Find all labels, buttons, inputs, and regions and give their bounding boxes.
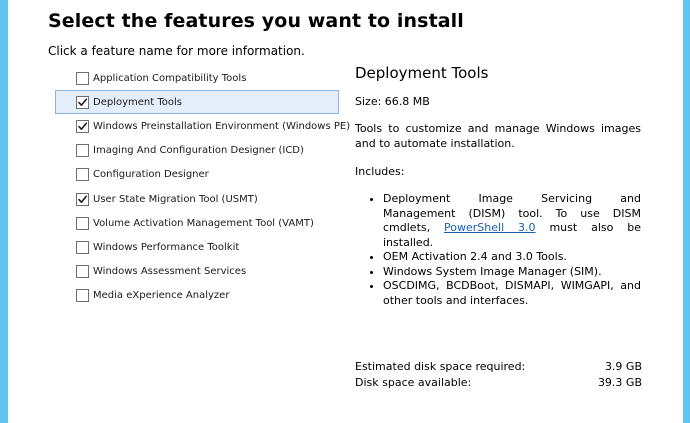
checkmark-icon (78, 98, 87, 106)
disk-available-value: 39.3 GB (597, 376, 642, 389)
feature-list: Application Compatibility Tools Deployme… (55, 66, 350, 308)
details-title: Deployment Tools (355, 64, 489, 82)
feature-windows-pe[interactable]: Windows Preinstallation Environment (Win… (55, 114, 350, 138)
checkbox[interactable] (76, 168, 89, 182)
feature-label[interactable]: Windows Performance Toolkit (93, 242, 239, 253)
checkbox[interactable] (76, 240, 89, 254)
includes-list: Deployment Image Servicing and Managemen… (355, 192, 641, 308)
disk-required-label: Estimated disk space required: (355, 360, 526, 373)
feature-media-experience-analyzer[interactable]: Media eXperience Analyzer (55, 284, 339, 308)
checkbox[interactable] (76, 216, 89, 230)
list-item: OSCDIMG, BCDBoot, DISMAPI, WIMGAPI, and … (383, 279, 641, 308)
feature-application-compatibility-tools[interactable]: Application Compatibility Tools (55, 66, 339, 90)
feature-windows-performance-toolkit[interactable]: Windows Performance Toolkit (55, 235, 339, 259)
checkmark-icon (78, 122, 87, 130)
feature-size: Size: 66.8 MB (355, 95, 430, 108)
list-item: Windows System Image Manager (SIM). (383, 265, 641, 280)
feature-label[interactable]: Windows Assessment Services (93, 266, 246, 277)
feature-volume-activation-management-tool[interactable]: Volume Activation Management Tool (VAMT) (55, 211, 339, 235)
feature-imaging-configuration-designer[interactable]: Imaging And Configuration Designer (ICD) (55, 139, 339, 163)
feature-deployment-tools[interactable]: Deployment Tools (55, 90, 339, 115)
feature-details-panel: Deployment Tools Size: 66.8 MB Tools to … (355, 64, 641, 308)
checkbox[interactable] (76, 119, 89, 133)
list-item: OEM Activation 2.4 and 3.0 Tools. (383, 250, 641, 265)
checkbox[interactable] (76, 71, 89, 85)
includes-label: Includes: (355, 165, 405, 178)
window-border-left (0, 0, 8, 423)
powershell-link[interactable]: PowerShell 3.0 (444, 221, 536, 234)
checkbox[interactable] (76, 192, 89, 206)
page-subtitle: Click a feature name for more informatio… (48, 44, 305, 58)
feature-label[interactable]: Deployment Tools (93, 97, 182, 108)
feature-label[interactable]: Volume Activation Management Tool (VAMT) (93, 218, 314, 229)
feature-label[interactable]: Windows Preinstallation Environment (Win… (93, 121, 350, 132)
installer-window: Select the features you want to install … (0, 0, 690, 423)
feature-label[interactable]: User State Migration Tool (USMT) (93, 194, 258, 205)
window-border-right (683, 0, 690, 423)
checkbox[interactable] (76, 265, 89, 279)
checkmark-icon (78, 195, 87, 203)
feature-description: Tools to customize and manage Windows im… (355, 122, 641, 150)
feature-label[interactable]: Imaging And Configuration Designer (ICD) (93, 145, 304, 156)
disk-required-row: Estimated disk space required: 3.9 GB (355, 360, 642, 373)
disk-required-value: 3.9 GB (604, 360, 642, 373)
feature-label[interactable]: Media eXperience Analyzer (93, 290, 229, 301)
feature-configuration-designer[interactable]: Configuration Designer (55, 163, 339, 187)
page-title: Select the features you want to install (48, 10, 464, 32)
feature-user-state-migration-tool[interactable]: User State Migration Tool (USMT) (55, 187, 339, 211)
checkbox[interactable] (76, 95, 89, 109)
feature-label[interactable]: Configuration Designer (93, 169, 209, 180)
disk-available-label: Disk space available: (355, 376, 472, 389)
checkbox[interactable] (76, 289, 89, 303)
disk-available-row: Disk space available: 39.3 GB (355, 376, 642, 389)
feature-label[interactable]: Application Compatibility Tools (93, 73, 246, 84)
feature-windows-assessment-services[interactable]: Windows Assessment Services (55, 260, 339, 284)
list-item: Deployment Image Servicing and Managemen… (383, 192, 641, 250)
checkbox[interactable] (76, 144, 89, 158)
